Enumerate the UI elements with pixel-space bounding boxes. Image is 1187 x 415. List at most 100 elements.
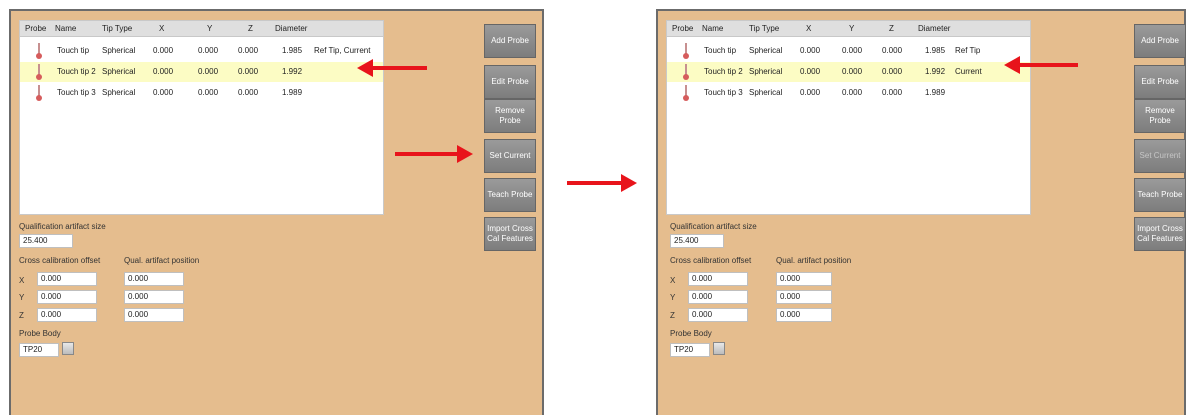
- qual-size-input[interactable]: 25.400: [19, 234, 73, 248]
- col-y: Y: [207, 24, 213, 33]
- probe-panel-before: Probe Name Tip Type X Y Z Diameter Touch…: [9, 9, 544, 415]
- qual-pos-y-field[interactable]: 0.000: [124, 290, 184, 304]
- cell-tip-type: Spherical: [749, 88, 783, 97]
- col-name: Name: [55, 24, 77, 33]
- probe-body-dropdown-button[interactable]: [62, 342, 74, 355]
- cell-y: 0.000: [198, 46, 219, 55]
- cell-tip-type: Spherical: [749, 67, 783, 76]
- cell-status: Ref Tip: [955, 46, 981, 55]
- qual-pos-z-field[interactable]: 0.000: [124, 308, 184, 322]
- probe-tip-icon: [683, 85, 689, 101]
- probe-tip-icon: [36, 85, 42, 101]
- cross-cal-x-field[interactable]: 0.000: [37, 272, 97, 286]
- cell-name: Touch tip: [704, 46, 737, 55]
- cell-y: 0.000: [842, 46, 863, 55]
- cell-tip-type: Spherical: [102, 46, 136, 55]
- cross-cal-label: Cross calibration offset: [19, 256, 101, 265]
- left-arrow-annotation: [357, 59, 427, 77]
- probe-tip-icon: [36, 43, 42, 59]
- cross-cal-z-field[interactable]: 0.000: [37, 308, 97, 322]
- teach-probe-button[interactable]: Teach Probe: [484, 178, 536, 212]
- remove-probe-button[interactable]: Remove Probe: [1134, 99, 1186, 133]
- cell-x: 0.000: [153, 46, 174, 55]
- cross-cal-y-field[interactable]: 0.000: [37, 290, 97, 304]
- axis-x-label: X: [19, 276, 25, 285]
- axis-y-label: Y: [670, 293, 676, 302]
- import-cross-cal-button[interactable]: Import Cross Cal Features: [484, 217, 536, 251]
- edit-probe-button[interactable]: Edit Probe: [1134, 65, 1186, 99]
- cell-z: 0.000: [882, 67, 903, 76]
- cell-y: 0.000: [198, 88, 219, 97]
- qual-size-input[interactable]: 25.400: [670, 234, 724, 248]
- table-row[interactable]: Touch tip Spherical 0.000 0.000 0.000 1.…: [667, 41, 1030, 61]
- probe-body-label: Probe Body: [670, 329, 712, 338]
- add-probe-button[interactable]: Add Probe: [484, 24, 536, 58]
- probe-tip-icon: [683, 64, 689, 80]
- probe-table: Probe Name Tip Type X Y Z Diameter Touch…: [666, 20, 1031, 215]
- cell-z: 0.000: [882, 46, 903, 55]
- set-current-button[interactable]: Set Current: [484, 139, 536, 173]
- cell-x: 0.000: [800, 88, 821, 97]
- cell-name: Touch tip 2: [704, 67, 743, 76]
- col-x: X: [159, 24, 165, 33]
- cross-cal-y-field[interactable]: 0.000: [688, 290, 748, 304]
- probe-panel-after: Probe Name Tip Type X Y Z Diameter Touch…: [656, 9, 1186, 415]
- probe-body-dropdown-button[interactable]: [713, 342, 725, 355]
- table-row-selected[interactable]: Touch tip 2 Spherical 0.000 0.000 0.000 …: [667, 62, 1030, 82]
- cell-z: 0.000: [238, 67, 259, 76]
- set-current-button[interactable]: Set Current: [1134, 139, 1186, 173]
- import-cross-cal-button[interactable]: Import Cross Cal Features: [1134, 217, 1186, 251]
- col-y: Y: [849, 24, 855, 33]
- transition-arrow-annotation: [567, 174, 637, 192]
- cell-z: 0.000: [238, 88, 259, 97]
- edit-probe-button[interactable]: Edit Probe: [484, 65, 536, 99]
- qual-size-label: Qualification artifact size: [19, 222, 106, 231]
- probe-body-select[interactable]: TP20: [19, 343, 59, 357]
- cell-name: Touch tip 2: [57, 67, 96, 76]
- axis-y-label: Y: [19, 293, 25, 302]
- probe-table: Probe Name Tip Type X Y Z Diameter Touch…: [19, 20, 384, 215]
- col-probe: Probe: [25, 24, 47, 33]
- cell-name: Touch tip 3: [57, 88, 96, 97]
- cell-y: 0.000: [842, 88, 863, 97]
- cell-x: 0.000: [800, 46, 821, 55]
- cell-diameter: 1.985: [282, 46, 303, 55]
- axis-x-label: X: [670, 276, 676, 285]
- cell-diameter: 1.992: [282, 67, 303, 76]
- cell-name: Touch tip 3: [704, 88, 743, 97]
- col-diameter: Diameter: [275, 24, 308, 33]
- probe-tip-icon: [683, 43, 689, 59]
- table-row[interactable]: Touch tip 3 Spherical 0.000 0.000 0.000 …: [667, 83, 1030, 103]
- qual-pos-z-field[interactable]: 0.000: [776, 308, 832, 322]
- qual-pos-label: Qual. artifact position: [776, 256, 852, 265]
- cell-name: Touch tip: [57, 46, 90, 55]
- teach-probe-button[interactable]: Teach Probe: [1134, 178, 1186, 212]
- cell-diameter: 1.992: [925, 67, 946, 76]
- table-header: Probe Name Tip Type X Y Z Diameter: [20, 21, 383, 37]
- table-row[interactable]: Touch tip 3 Spherical 0.000 0.000 0.000 …: [20, 83, 383, 103]
- table-header: Probe Name Tip Type X Y Z Diameter: [667, 21, 1030, 37]
- qual-pos-x-field[interactable]: 0.000: [124, 272, 184, 286]
- cell-diameter: 1.985: [925, 46, 946, 55]
- qual-pos-x-field[interactable]: 0.000: [776, 272, 832, 286]
- table-row-selected[interactable]: Touch tip 2 Spherical 0.000 0.000 0.000 …: [20, 62, 383, 82]
- cell-x: 0.000: [153, 67, 174, 76]
- cell-y: 0.000: [842, 67, 863, 76]
- remove-probe-button[interactable]: Remove Probe: [484, 99, 536, 133]
- probe-tip-icon: [36, 64, 42, 80]
- probe-body-select[interactable]: TP20: [670, 343, 710, 357]
- qual-pos-y-field[interactable]: 0.000: [776, 290, 832, 304]
- axis-z-label: Z: [19, 311, 24, 320]
- add-probe-button[interactable]: Add Probe: [1134, 24, 1186, 58]
- cross-cal-z-field[interactable]: 0.000: [688, 308, 748, 322]
- cross-cal-label: Cross calibration offset: [670, 256, 752, 265]
- probe-body-label: Probe Body: [19, 329, 61, 338]
- cell-x: 0.000: [800, 67, 821, 76]
- cell-tip-type: Spherical: [749, 46, 783, 55]
- cross-cal-x-field[interactable]: 0.000: [688, 272, 748, 286]
- qual-pos-label: Qual. artifact position: [124, 256, 200, 265]
- table-row[interactable]: Touch tip Spherical 0.000 0.000 0.000 1.…: [20, 41, 383, 61]
- cell-tip-type: Spherical: [102, 67, 136, 76]
- axis-z-label: Z: [670, 311, 675, 320]
- qual-size-label: Qualification artifact size: [670, 222, 757, 231]
